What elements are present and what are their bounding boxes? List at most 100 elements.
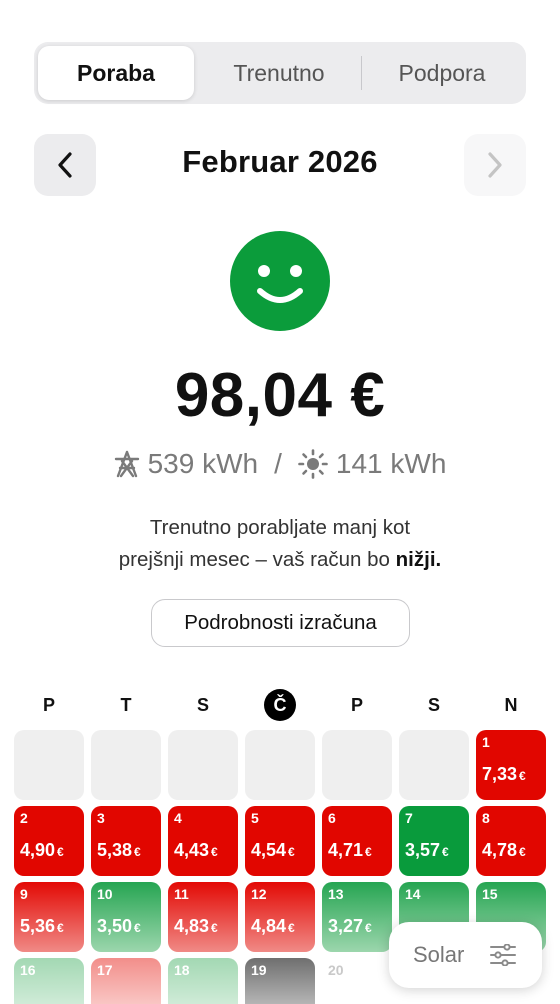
weekday-label: N [504, 694, 518, 715]
weekday-label: S [196, 694, 209, 715]
tab-podpora[interactable]: Podpora [362, 46, 522, 100]
calendar-day-4[interactable]: 4 4,43 € [168, 806, 238, 876]
day-cost-value: 4,84 [251, 916, 287, 936]
day-cost: 4,43 € [174, 840, 218, 861]
tab-trenutno[interactable]: Trenutno [196, 46, 362, 100]
solar-production: 141 kWh [335, 448, 447, 479]
calendar-day-16[interactable]: 16 [14, 958, 84, 1004]
day-cost-value: 3,57 [405, 840, 441, 860]
solar-filter-button[interactable]: Solar [389, 922, 542, 988]
currency-symbol: € [57, 845, 64, 859]
day-cost-value: 3,27 [328, 916, 364, 936]
day-cost-value: 4,43 [174, 840, 210, 860]
next-month-button[interactable] [464, 134, 526, 196]
chevron-right-icon [488, 152, 502, 178]
currency-symbol: € [134, 845, 141, 859]
view-segmented-control: Poraba Trenutno Podpora [34, 42, 526, 104]
currency-symbol: € [288, 845, 295, 859]
calendar-day-20[interactable]: 20 [322, 958, 392, 1004]
tab-poraba[interactable]: Poraba [38, 46, 194, 100]
calendar-day-3[interactable]: 3 5,38 € [91, 806, 161, 876]
calendar-empty-cell [14, 730, 84, 800]
calendar-day-6[interactable]: 6 4,71 € [322, 806, 392, 876]
day-number: 2 [20, 810, 28, 826]
day-cost: 4,84 € [251, 916, 295, 937]
day-number: 8 [482, 810, 490, 826]
day-number: 10 [97, 886, 113, 902]
day-number: 18 [174, 962, 190, 978]
day-number: 16 [20, 962, 36, 978]
day-number: 17 [97, 962, 113, 978]
day-cost: 4,54 € [251, 840, 295, 861]
calculation-details-button[interactable]: Podrobnosti izračuna [151, 599, 410, 647]
smiley-face-icon [230, 231, 330, 331]
day-cost: 5,36 € [20, 916, 64, 937]
calendar-day-11[interactable]: 11 4,83 € [168, 882, 238, 952]
energy-separator: / [274, 448, 282, 479]
currency-symbol: € [365, 921, 372, 935]
currency-symbol: € [134, 921, 141, 935]
day-number: 14 [405, 886, 421, 902]
calendar-day-7[interactable]: 7 3,57 € [399, 806, 469, 876]
sliders-icon [490, 944, 517, 966]
message-emphasis: nižji. [395, 548, 442, 571]
calendar-empty-cell [245, 730, 315, 800]
weekday-label: S [427, 694, 440, 715]
currency-symbol: € [519, 769, 526, 783]
currency-symbol: € [57, 921, 64, 935]
day-number: 9 [20, 886, 28, 902]
message-line-1: Trenutno porabljate manj kot [149, 516, 411, 539]
day-number: 7 [405, 810, 413, 826]
day-cost-value: 3,50 [97, 916, 133, 936]
day-cost: 7,33 € [482, 764, 526, 785]
calendar-day-12[interactable]: 12 4,84 € [245, 882, 315, 952]
day-number: 20 [328, 962, 344, 978]
calendar-day-8[interactable]: 8 4,78 € [476, 806, 546, 876]
message-line-2-text: prejšnji mesec – vaš račun bo [118, 548, 396, 571]
currency-symbol: € [211, 921, 218, 935]
day-cost: 4,78 € [482, 840, 526, 861]
comparison-message: Trenutno porabljate manj kot prejšnji me… [0, 512, 560, 576]
calendar-day-18[interactable]: 18 [168, 958, 238, 1004]
calendar-day-9[interactable]: 9 5,36 € [14, 882, 84, 952]
energy-summary: 539 kWh / 141 kWh [0, 448, 560, 480]
weekday-label: T [120, 694, 132, 715]
calendar-day-19[interactable]: 19 [245, 958, 315, 1004]
currency-symbol: € [211, 845, 218, 859]
currency-symbol: € [519, 845, 526, 859]
day-number: 15 [482, 886, 498, 902]
sun-icon [298, 449, 328, 479]
day-number: 11 [174, 886, 189, 902]
day-number: 3 [97, 810, 105, 826]
day-cost: 3,57 € [405, 840, 449, 861]
day-cost-value: 7,33 [482, 764, 518, 784]
calendar-day-13[interactable]: 13 3,27 € [322, 882, 392, 952]
day-number: 1 [482, 734, 490, 750]
calendar-empty-cell [399, 730, 469, 800]
day-number: 5 [251, 810, 259, 826]
day-number: 13 [328, 886, 344, 902]
calendar-day-5[interactable]: 5 4,54 € [245, 806, 315, 876]
day-cost: 4,71 € [328, 840, 372, 861]
currency-symbol: € [288, 921, 295, 935]
day-cost-value: 4,54 [251, 840, 287, 860]
day-cost: 3,50 € [97, 916, 141, 937]
calendar-day-1[interactable]: 1 7,33 € [476, 730, 546, 800]
currency-symbol: € [442, 845, 449, 859]
currency-symbol: € [365, 845, 372, 859]
day-cost-value: 4,83 [174, 916, 210, 936]
power-tower-icon [114, 450, 139, 478]
day-number: 4 [174, 810, 182, 826]
day-number: 6 [328, 810, 336, 826]
day-cost-value: 4,71 [328, 840, 364, 860]
calendar-day-10[interactable]: 10 3,50 € [91, 882, 161, 952]
weekday-label: Č [264, 689, 296, 721]
calendar-empty-cell [322, 730, 392, 800]
day-cost: 5,38 € [97, 840, 141, 861]
day-number: 12 [251, 886, 267, 902]
day-cost: 4,90 € [20, 840, 64, 861]
calendar-day-17[interactable]: 17 [91, 958, 161, 1004]
calendar-day-2[interactable]: 2 4,90 € [14, 806, 84, 876]
calendar-empty-cell [168, 730, 238, 800]
weekday-label: P [350, 694, 363, 715]
